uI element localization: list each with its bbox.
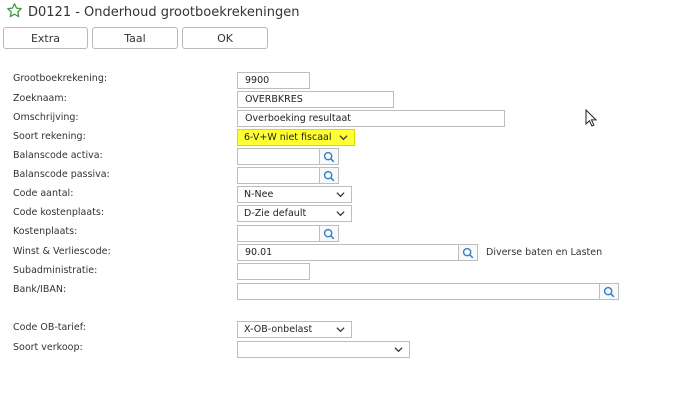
- kostenplaats-input[interactable]: [237, 225, 320, 242]
- balanscode-activa-label: Balanscode activa:: [13, 150, 103, 161]
- code-kostenplaats-value: D-Zie default: [244, 208, 307, 219]
- search-icon[interactable]: [319, 148, 339, 165]
- soort-rekening-select[interactable]: 6-V+W niet fiscaal: [237, 129, 355, 146]
- winst-verliescode-label: Winst & Verliescode:: [13, 246, 111, 257]
- bank-iban-label: Bank/IBAN:: [13, 284, 67, 295]
- zoeknaam-label: Zoeknaam:: [13, 93, 67, 104]
- balanscode-passiva-label: Balanscode passiva:: [13, 169, 110, 180]
- kostenplaats-label: Kostenplaats:: [13, 226, 78, 237]
- chevron-down-icon: [336, 326, 345, 333]
- mouse-cursor-icon: [585, 108, 598, 127]
- star-icon[interactable]: [6, 2, 23, 23]
- chevron-down-icon: [336, 210, 345, 217]
- chevron-down-icon: [339, 134, 348, 141]
- zoeknaam-input[interactable]: OVERBKRES: [237, 91, 394, 108]
- soort-verkoop-label: Soort verkoop:: [13, 342, 83, 353]
- grootboekrekening-label: Grootboekrekening:: [13, 73, 108, 84]
- omschrijving-label: Omschrijving:: [13, 112, 79, 123]
- taal-button[interactable]: Taal: [92, 27, 178, 49]
- chevron-down-icon: [336, 191, 345, 198]
- balanscode-activa-input[interactable]: [237, 148, 320, 165]
- code-kostenplaats-label: Code kostenplaats:: [13, 207, 105, 218]
- code-aantal-value: N-Nee: [244, 189, 274, 200]
- winst-verliescode-description: Diverse baten en Lasten: [486, 247, 603, 258]
- code-aantal-label: Code aantal:: [13, 188, 74, 199]
- subadministratie-label: Subadministratie:: [13, 265, 98, 276]
- code-ob-tarief-select[interactable]: X-OB-onbelast: [237, 321, 352, 338]
- subadministratie-input[interactable]: [237, 263, 310, 280]
- omschrijving-input[interactable]: Overboeking resultaat: [237, 110, 505, 127]
- soort-verkoop-select[interactable]: [237, 341, 410, 358]
- soort-rekening-label: Soort rekening:: [13, 131, 86, 142]
- search-icon[interactable]: [458, 244, 478, 261]
- winst-verliescode-input[interactable]: 90.01: [237, 244, 459, 261]
- soort-rekening-value: 6-V+W niet fiscaal: [244, 132, 332, 143]
- extra-button[interactable]: Extra: [3, 27, 88, 49]
- balanscode-passiva-input[interactable]: [237, 167, 320, 184]
- chevron-down-icon: [394, 346, 403, 353]
- ok-button[interactable]: OK: [182, 27, 268, 49]
- search-icon[interactable]: [319, 167, 339, 184]
- bank-iban-input[interactable]: [237, 283, 600, 300]
- code-ob-tarief-label: Code OB-tarief:: [13, 322, 86, 333]
- grootboekrekening-input[interactable]: 9900: [237, 72, 310, 89]
- code-ob-tarief-value: X-OB-onbelast: [244, 324, 313, 335]
- page-title: D0121 - Onderhoud grootboekrekeningen: [28, 4, 300, 20]
- search-icon[interactable]: [599, 283, 619, 300]
- code-kostenplaats-select[interactable]: D-Zie default: [237, 205, 352, 222]
- title-bar: D0121 - Onderhoud grootboekrekeningen: [6, 2, 300, 23]
- code-aantal-select[interactable]: N-Nee: [237, 186, 352, 203]
- search-icon[interactable]: [319, 225, 339, 242]
